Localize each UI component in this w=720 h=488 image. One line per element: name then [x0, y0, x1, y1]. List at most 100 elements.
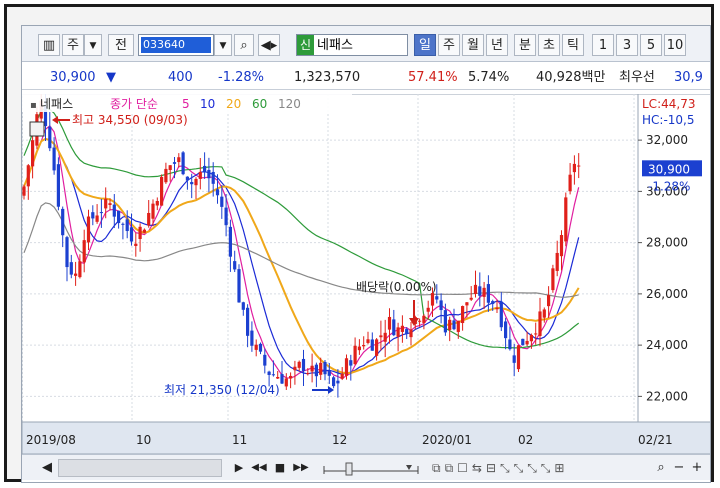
candle-body — [168, 165, 172, 171]
candle-body — [289, 375, 293, 379]
candle-body — [241, 302, 245, 310]
candle-body — [469, 297, 473, 300]
candle-body — [525, 340, 529, 345]
candle-body — [263, 354, 267, 366]
candle-body — [538, 311, 542, 336]
candle-body — [448, 319, 452, 330]
chart-tools-icons[interactable]: ⧉⧉☐⇆⊟⤡⤡⤡⤡⊞ — [432, 459, 652, 477]
period-tab-0[interactable]: 일 — [414, 34, 436, 56]
candle-body — [426, 307, 430, 312]
candle-body — [572, 163, 576, 173]
chart-mode-icon[interactable]: ▥ — [38, 34, 60, 56]
chart-control-bar: ◀ ▶ ◀◀ ■ ▶▶ ⧉⧉☐⇆⊟⤡⤡⤡⤡⊞ ⌕ − + — [22, 454, 710, 480]
period-tab-1[interactable]: 주 — [438, 34, 460, 56]
candle-body — [99, 212, 103, 214]
y-tick-label: 22,000 — [646, 389, 688, 403]
legend-marker-icon: ▪ — [30, 100, 37, 111]
candle-body — [443, 310, 447, 333]
candle-body — [319, 362, 323, 375]
market-select[interactable]: 주 — [62, 34, 84, 56]
candle-body — [435, 296, 439, 300]
interval-button-3[interactable]: 3 — [616, 34, 638, 56]
candle-body — [396, 327, 400, 337]
prev-button[interactable]: 전 — [108, 34, 134, 56]
period-tab-5[interactable]: 초 — [538, 34, 560, 56]
candle-body — [198, 171, 202, 179]
legend-ma-title: 종가 단순 — [110, 97, 158, 111]
candle-body — [310, 365, 314, 372]
scrollbar-track[interactable] — [58, 459, 222, 477]
candle-body — [220, 196, 224, 207]
play-button[interactable]: ▶ — [232, 459, 246, 477]
turnover-ratio: 5.74% — [468, 70, 510, 85]
candle-body — [250, 330, 254, 346]
candle-body — [297, 361, 301, 368]
high-annotation: 최고 34,550 (09/03) — [72, 113, 188, 127]
candle-body — [147, 212, 151, 226]
candle-body — [521, 338, 525, 346]
market-dropdown-icon[interactable]: ▼ — [84, 34, 102, 56]
code-input[interactable]: 033640 — [138, 34, 214, 56]
zoom-in-button[interactable]: + — [690, 459, 704, 477]
stock-name-field[interactable]: 신 네패스 — [296, 34, 408, 56]
candle-body — [26, 165, 30, 187]
y-tick-label: 28,000 — [646, 236, 688, 250]
speaker-icon[interactable]: ◀▸ — [258, 34, 280, 56]
period-tab-4[interactable]: 분 — [514, 34, 536, 56]
candle-body — [465, 302, 469, 306]
candle-body — [344, 358, 349, 376]
interval-button-10[interactable]: 10 — [664, 34, 686, 56]
candle-body — [439, 300, 443, 311]
candle-body — [22, 186, 26, 196]
candle-body — [91, 212, 95, 219]
candle-body — [353, 345, 357, 365]
candle-body — [568, 174, 572, 192]
candle-body — [306, 373, 310, 375]
stop-button[interactable]: ■ — [272, 459, 288, 477]
rewind-button[interactable]: ◀◀ — [248, 459, 270, 477]
candle-body — [65, 237, 69, 268]
candle-body — [271, 374, 275, 376]
fast-forward-button[interactable]: ▶▶ — [290, 459, 312, 477]
x-tick-label: 02 — [518, 433, 533, 447]
candle-body — [366, 339, 370, 343]
code-dropdown-icon[interactable]: ▼ — [214, 34, 232, 56]
price-chart[interactable]: 32,00030,00028,00026,00024,00022,0002019… — [22, 94, 711, 454]
candle-body — [233, 261, 237, 270]
y-tick-label: 24,000 — [646, 338, 688, 352]
candle-body — [254, 344, 258, 350]
stock-tag: 신 — [297, 35, 315, 55]
legend-stock-name: 네패스 — [40, 97, 73, 111]
candle-body — [151, 203, 155, 219]
candle-body — [430, 293, 435, 306]
period-tab-6[interactable]: 틱 — [562, 34, 584, 56]
candle-body — [542, 309, 546, 318]
candle-body — [478, 286, 482, 296]
period-tab-3[interactable]: 년 — [486, 34, 508, 56]
chart-window: ▥ 주 ▼ 전 033640 ▼ ⌕ ◀▸ 신 네패스 일 주 월 년 분 초 틱 1 3 5 10 … — [21, 25, 711, 483]
stock-name: 네패스 — [317, 38, 353, 53]
scroll-left-button[interactable]: ◀ — [40, 459, 54, 477]
candle-body — [508, 339, 512, 350]
price-change: 400 — [168, 70, 193, 85]
candle-body — [112, 204, 116, 217]
candle-body — [246, 307, 250, 336]
period-tab-2[interactable]: 월 — [462, 34, 484, 56]
high-marker-icon — [29, 121, 45, 137]
candle-body — [125, 219, 129, 232]
candle-body — [185, 176, 189, 181]
candle-body — [31, 140, 35, 167]
zoom-slider[interactable] — [322, 459, 422, 477]
volume: 1,323,570 — [294, 70, 361, 85]
candle-body — [559, 235, 564, 257]
current-price-tag-pct: -1.28% — [648, 179, 690, 193]
interval-button-1[interactable]: 1 — [592, 34, 614, 56]
legend-ma-5: 5 — [182, 97, 190, 111]
zoom-search-icon[interactable]: ⌕ — [654, 459, 668, 477]
search-icon[interactable]: ⌕ — [234, 34, 254, 56]
candle-body — [418, 320, 422, 322]
interval-button-5[interactable]: 5 — [640, 34, 662, 56]
zoom-out-button[interactable]: − — [672, 459, 686, 477]
candle-body — [69, 262, 73, 275]
candle-body — [473, 284, 478, 294]
